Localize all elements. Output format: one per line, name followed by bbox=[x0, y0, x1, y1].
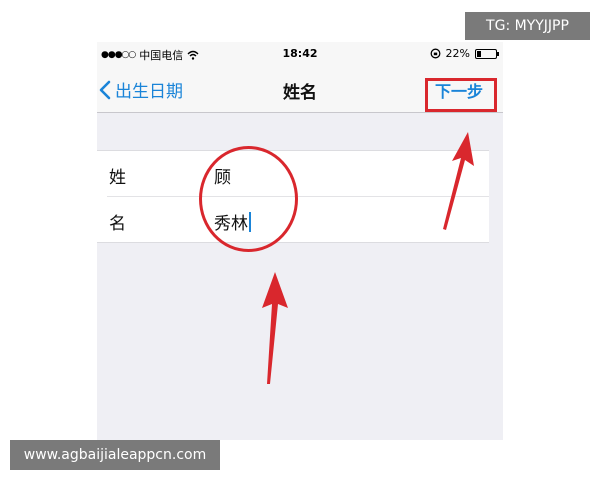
surname-label: 姓 bbox=[109, 168, 126, 188]
given-name-row[interactable]: 名 秀林 bbox=[107, 196, 489, 242]
telegram-watermark: TG: MYYJJPP bbox=[465, 12, 590, 40]
arrow-up-right-icon bbox=[443, 132, 474, 230]
input-highlight-circle bbox=[199, 146, 298, 252]
rotation-lock-icon bbox=[430, 48, 440, 59]
status-bar: ●●●○○ 中国电信 18:42 22% bbox=[97, 42, 503, 64]
arrow-up-icon bbox=[262, 272, 288, 384]
given-name-label: 名 bbox=[109, 214, 126, 234]
website-watermark: www.agbaijialeappcn.com bbox=[10, 440, 220, 470]
battery-icon bbox=[475, 48, 499, 59]
status-right: 22% bbox=[430, 47, 499, 60]
battery-percent: 22% bbox=[445, 47, 470, 60]
next-button-highlight bbox=[425, 78, 497, 112]
